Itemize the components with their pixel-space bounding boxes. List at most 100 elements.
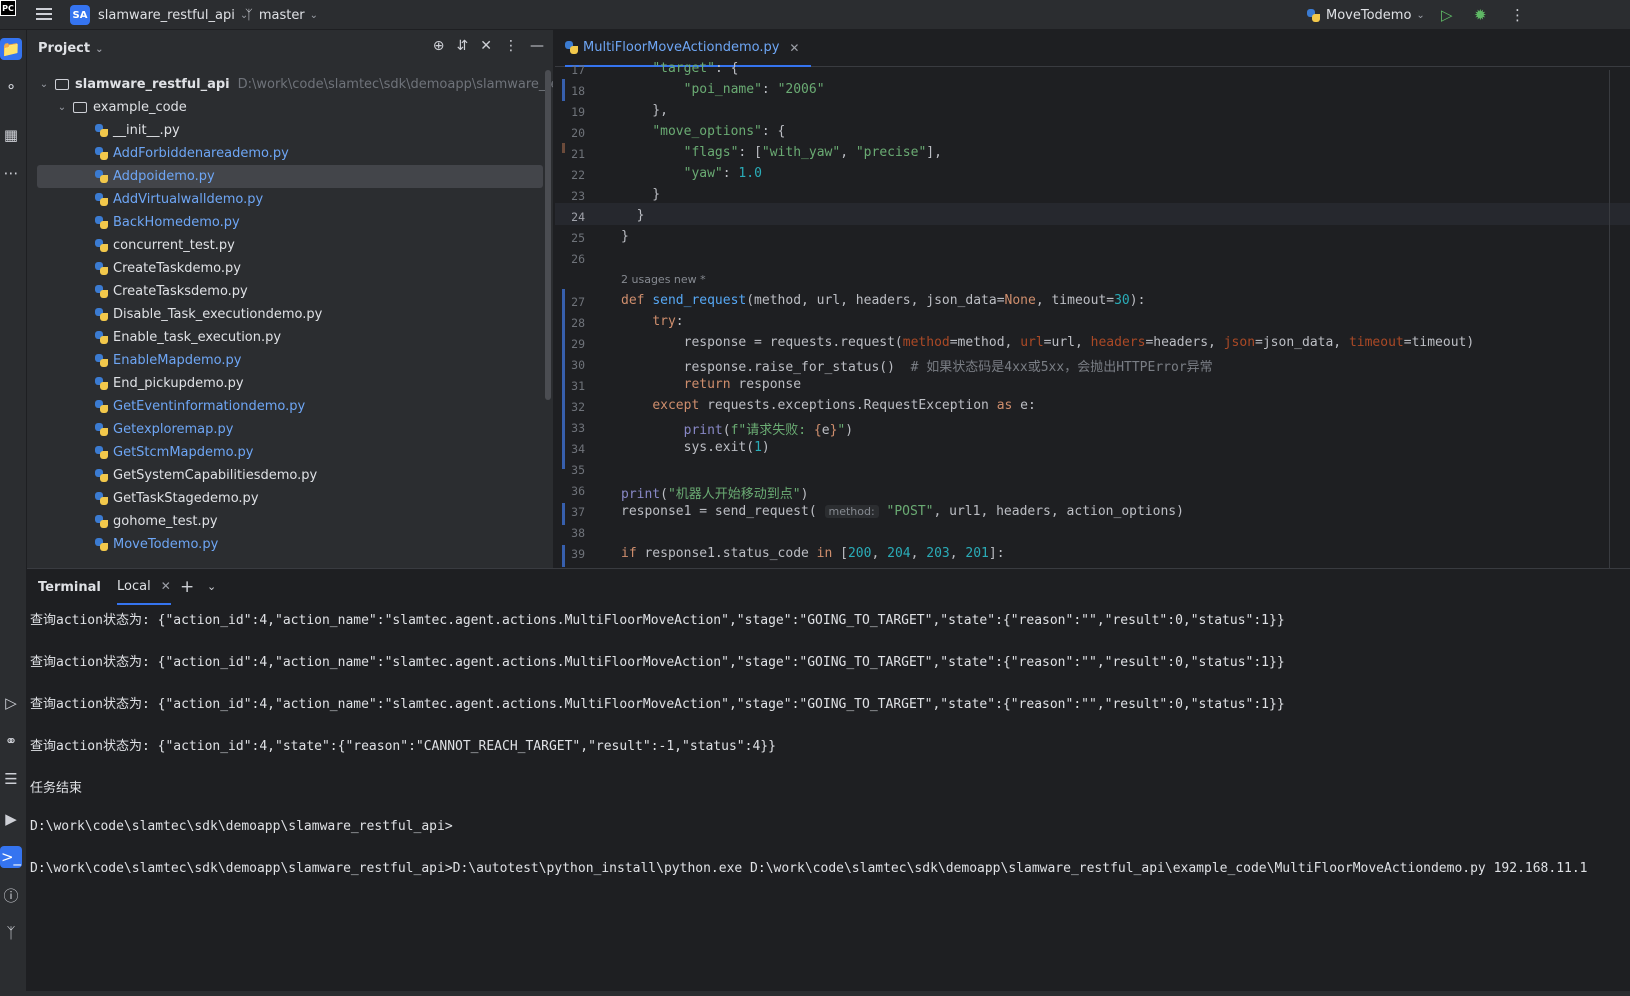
terminal-line: 查询action状态为: {"action_id":4,"action_name… bbox=[30, 697, 1285, 712]
tree-file[interactable]: GetTaskStagedemo.py bbox=[27, 487, 547, 510]
tree-file[interactable]: concurrent_test.py bbox=[27, 234, 547, 257]
more-tools-icon[interactable]: ⋯ bbox=[0, 162, 22, 184]
run-config-selector[interactable]: MoveTodemo ⌄ bbox=[1307, 0, 1425, 30]
project-switcher[interactable]: SA slamware_restful_api ⌄ bbox=[70, 0, 248, 30]
branch-switcher[interactable]: ᛉ master ⌄ bbox=[245, 0, 318, 30]
project-name: slamware_restful_api bbox=[98, 7, 235, 23]
branch-name: master bbox=[258, 7, 305, 23]
title-bar: PC SA slamware_restful_api ⌄ ᛉ master ⌄ … bbox=[0, 0, 1630, 30]
code-line: try: bbox=[652, 314, 684, 329]
new-terminal-icon[interactable]: + bbox=[180, 577, 194, 597]
terminal-tool-icon[interactable]: >_ bbox=[0, 846, 22, 868]
project-panel-title[interactable]: Project ⌄ bbox=[38, 41, 103, 56]
python-file-icon bbox=[95, 239, 108, 252]
code-area[interactable]: "target": { "poi_name": "2006" }, "move_… bbox=[555, 61, 1630, 568]
code-line: response.raise_for_status() # 如果状态码是4xx或… bbox=[621, 360, 1213, 375]
code-line: print(f"请求失败: {e}") bbox=[683, 423, 854, 438]
python-file-icon bbox=[95, 170, 108, 183]
tree-file[interactable]: End_pickupdemo.py bbox=[27, 372, 547, 395]
python-file-icon bbox=[95, 216, 108, 229]
structure-icon[interactable]: ▦ bbox=[0, 124, 22, 146]
usages-hint[interactable]: 2 usages new * bbox=[621, 273, 706, 286]
line-number: 37 bbox=[571, 505, 585, 519]
options-icon[interactable]: ⋮ bbox=[504, 38, 518, 54]
chevron-down-icon: ⌄ bbox=[1416, 9, 1425, 21]
run-icon[interactable]: ▷ bbox=[1441, 0, 1453, 30]
line-number: 29 bbox=[571, 337, 585, 351]
tree-folder-example-code[interactable]: ⌄ example_code bbox=[27, 96, 547, 119]
run-tool-icon[interactable]: ▷ bbox=[0, 692, 22, 714]
branch-icon: ᛉ bbox=[245, 7, 253, 23]
terminal-line: 任务结束 bbox=[30, 781, 83, 796]
code-line: "target": { bbox=[652, 61, 739, 76]
collapse-all-icon[interactable]: ✕ bbox=[480, 38, 492, 54]
code-line: } bbox=[621, 208, 645, 223]
locate-icon[interactable]: ⊕ bbox=[433, 38, 445, 54]
tree-file[interactable]: GetSystemCapabilitiesdemo.py bbox=[27, 464, 547, 487]
current-line-highlight bbox=[555, 203, 1630, 225]
tree-file[interactable]: CreateTasksdemo.py bbox=[27, 280, 547, 303]
python-icon bbox=[1307, 8, 1320, 22]
problems-icon[interactable]: ⓘ bbox=[0, 884, 22, 906]
expand-all-icon[interactable]: ⇵ bbox=[457, 38, 469, 54]
tree-file[interactable]: EnableMapdemo.py bbox=[27, 349, 547, 372]
project-tool-icon[interactable]: 📁 bbox=[0, 38, 22, 60]
python-file-icon bbox=[95, 354, 108, 367]
line-number: 31 bbox=[571, 379, 585, 393]
line-number: 21 bbox=[571, 147, 585, 161]
tree-file[interactable]: AddForbiddenareademo.py bbox=[27, 142, 547, 165]
tree-file[interactable]: GetStcmMapdemo.py bbox=[27, 441, 547, 464]
root-folder-path: D:\work\code\slamtec\sdk\demoapp\slamwar… bbox=[237, 77, 553, 92]
tree-file[interactable]: Disable_Task_executiondemo.py bbox=[27, 303, 547, 326]
main-menu-icon[interactable] bbox=[36, 8, 52, 21]
terminal-tab-local[interactable]: Local ✕ bbox=[117, 569, 171, 605]
code-line: except requests.exceptions.RequestExcept… bbox=[652, 398, 1036, 413]
services-icon[interactable]: ▶ bbox=[0, 808, 22, 830]
more-icon[interactable]: ⋮ bbox=[1510, 0, 1525, 30]
tree-root[interactable]: ⌄ slamware_restful_api D:\work\code\slam… bbox=[27, 73, 553, 96]
file-name: MoveTodemo.py bbox=[113, 537, 219, 552]
parameter-hint: method: bbox=[824, 505, 879, 518]
python-file-icon bbox=[95, 331, 108, 344]
project-panel-toolbar: ⊕ ⇵ ✕ ⋮ — bbox=[433, 38, 544, 54]
line-number: 24 bbox=[571, 210, 585, 224]
tree-file[interactable]: Addpoidemo.py bbox=[37, 165, 543, 188]
chevron-down-icon[interactable]: ⌄ bbox=[207, 580, 216, 593]
file-name: CreateTaskdemo.py bbox=[113, 261, 241, 276]
code-line: return response bbox=[683, 377, 802, 392]
project-scrollbar[interactable] bbox=[545, 70, 551, 400]
terminal-line: 查询action状态为: {"action_id":4,"action_name… bbox=[30, 655, 1285, 670]
python-file-icon bbox=[95, 469, 108, 482]
layers-icon[interactable]: ☰ bbox=[0, 768, 22, 790]
tree-file[interactable]: MoveTodemo.py bbox=[27, 533, 547, 556]
tree-file[interactable]: GetEventinformationdemo.py bbox=[27, 395, 547, 418]
editor-scrollbar[interactable] bbox=[1609, 70, 1610, 568]
python-file-icon bbox=[95, 400, 108, 413]
code-line: def send_request(method, url, headers, j… bbox=[621, 293, 1146, 308]
tree-file[interactable]: AddVirtualwalldemo.py bbox=[27, 188, 547, 211]
close-icon[interactable]: ✕ bbox=[161, 579, 171, 593]
line-number: 30 bbox=[571, 358, 585, 372]
tree-file[interactable]: Getexploremap.py bbox=[27, 418, 547, 441]
debug-icon[interactable]: ✹ bbox=[1474, 0, 1487, 30]
file-name: GetTaskStagedemo.py bbox=[113, 491, 259, 506]
app-logo: PC bbox=[0, 0, 16, 16]
commit-icon[interactable]: ⚬ bbox=[0, 76, 22, 98]
git-icon[interactable]: ᛉ bbox=[0, 922, 22, 944]
file-name: AddForbiddenareademo.py bbox=[113, 146, 289, 161]
file-name: concurrent_test.py bbox=[113, 238, 235, 253]
tree-file[interactable]: Enable_task_execution.py bbox=[27, 326, 547, 349]
project-panel: Project ⌄ ⊕ ⇵ ✕ ⋮ — ⌄ slamware_restful_ap… bbox=[27, 30, 554, 568]
file-name: Enable_task_execution.py bbox=[113, 330, 282, 345]
tree-file[interactable]: BackHomedemo.py bbox=[27, 211, 547, 234]
hide-icon[interactable]: — bbox=[530, 38, 544, 54]
python-file-icon bbox=[95, 446, 108, 459]
line-number: 27 bbox=[571, 295, 585, 309]
folder-name: example_code bbox=[93, 100, 187, 115]
python-console-icon[interactable]: ⚭ bbox=[0, 730, 22, 752]
terminal-title[interactable]: Terminal bbox=[38, 580, 101, 595]
tree-file[interactable]: CreateTaskdemo.py bbox=[27, 257, 547, 280]
tree-file[interactable]: __init__.py bbox=[27, 119, 547, 142]
close-icon[interactable]: ✕ bbox=[789, 41, 799, 55]
tree-file[interactable]: gohome_test.py bbox=[27, 510, 547, 533]
